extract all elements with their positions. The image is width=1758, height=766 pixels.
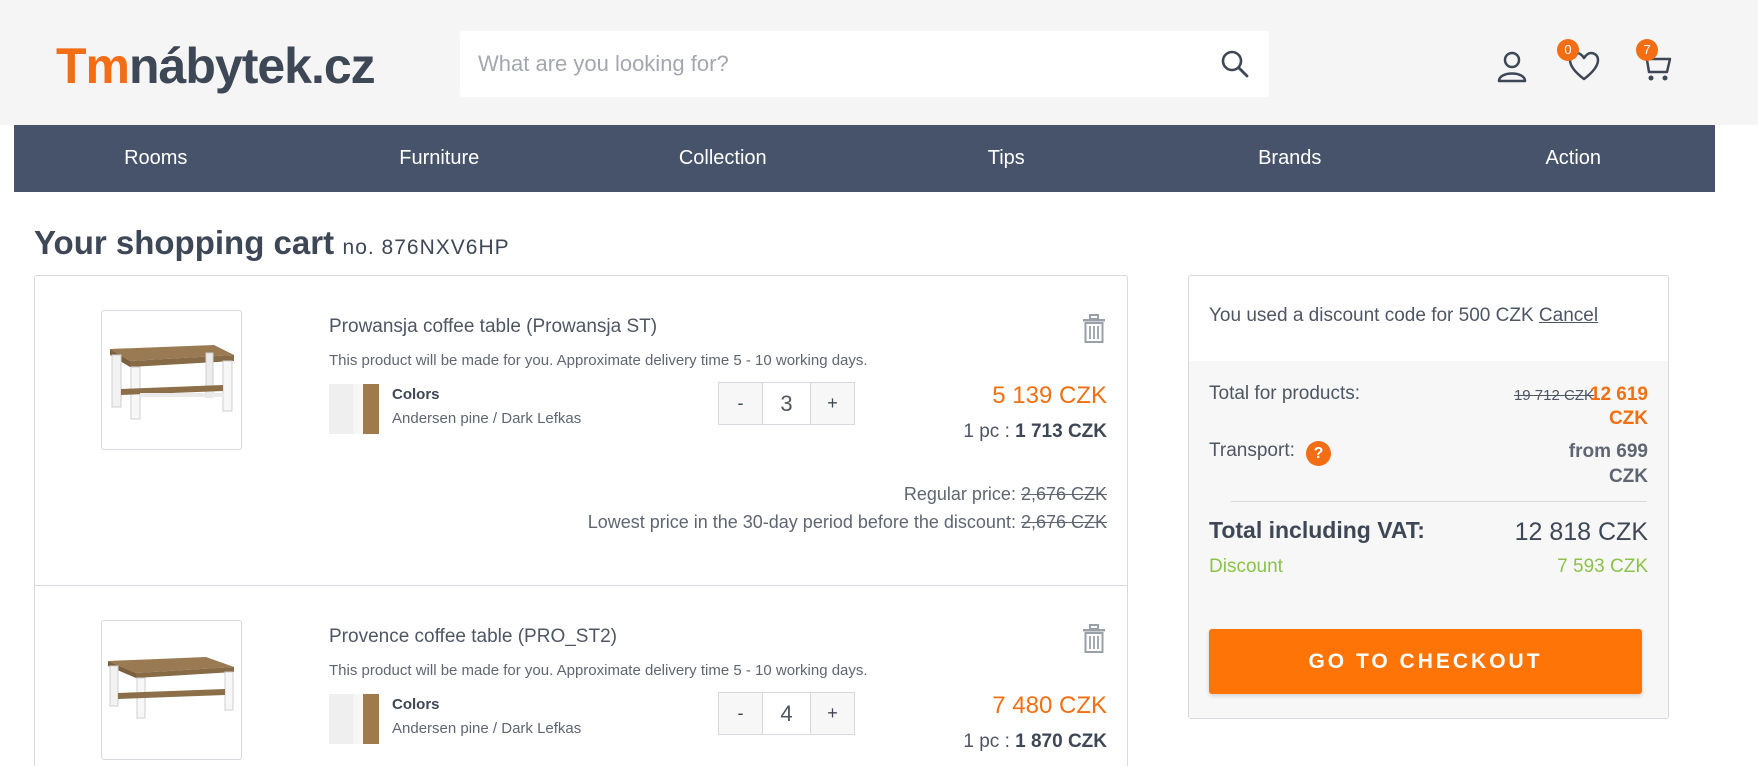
discount-code-info: You used a discount code for 500 CZK Can… bbox=[1209, 305, 1598, 327]
trash-icon[interactable] bbox=[1081, 314, 1107, 344]
transport-value: from 699 CZK bbox=[1568, 441, 1648, 487]
cart-item: Prowansja coffee table (Prowansja ST) Th… bbox=[35, 276, 1127, 586]
unit-price-value: 1 870 CZK bbox=[1015, 731, 1107, 752]
item-total-price: 7 480 CZK bbox=[992, 692, 1107, 719]
product-thumbnail[interactable] bbox=[101, 310, 242, 450]
nav-brands[interactable]: Brands bbox=[1148, 125, 1432, 192]
cart-count-badge: 7 bbox=[1636, 39, 1658, 61]
unit-prefix: 1 pc : bbox=[963, 421, 1016, 442]
quantity-increase-button[interactable]: + bbox=[810, 382, 855, 425]
quantity-stepper: - + bbox=[718, 382, 855, 425]
summary-divider bbox=[1231, 501, 1647, 502]
trash-icon[interactable] bbox=[1081, 624, 1107, 654]
site-logo[interactable]: Tmnábytek.cz bbox=[56, 36, 376, 96]
logo-tm: Tm bbox=[56, 38, 130, 94]
unit-price: 1 pc : 1 713 CZK bbox=[963, 421, 1107, 443]
nav-tips[interactable]: Tips bbox=[865, 125, 1149, 192]
lowest-price: Lowest price in the 30-day period before… bbox=[588, 512, 1107, 533]
product-thumbnail[interactable] bbox=[101, 620, 242, 760]
summary-totals: Total for products: 19 712 CZK 12 619 CZ… bbox=[1189, 361, 1668, 718]
color-value: Andersen pine / Dark Lefkas bbox=[392, 410, 582, 427]
regular-price-label: Regular price: bbox=[903, 484, 1021, 504]
page-title: Your shopping cart no. 876NXV6HP bbox=[34, 223, 510, 270]
lowest-price-label: Lowest price in the 30-day period before… bbox=[587, 512, 1021, 532]
total-products-new: 12 619 CZK bbox=[1589, 384, 1648, 429]
product-name[interactable]: Provence coffee table (PRO_ST2) bbox=[329, 626, 617, 648]
coffee-table-image bbox=[108, 657, 234, 719]
color-swatch bbox=[329, 694, 379, 744]
regular-price-value: 2,676 CZK bbox=[1020, 484, 1107, 504]
nav-rooms[interactable]: Rooms bbox=[14, 125, 298, 192]
discount-label: Discount bbox=[1209, 556, 1283, 577]
regular-price: Regular price: 2,676 CZK bbox=[904, 484, 1107, 505]
product-name[interactable]: Prowansja coffee table (Prowansja ST) bbox=[329, 316, 657, 338]
color-label: Colors bbox=[392, 696, 440, 713]
cart-items-list: Prowansja coffee table (Prowansja ST) Th… bbox=[34, 275, 1128, 766]
unit-prefix: 1 pc : bbox=[963, 731, 1016, 752]
unit-price-value: 1 713 CZK bbox=[1015, 421, 1107, 442]
quantity-increase-button[interactable]: + bbox=[810, 692, 855, 735]
cart-title-text: Your shopping cart bbox=[34, 224, 335, 261]
color-swatch bbox=[329, 384, 379, 434]
coffee-table-image bbox=[110, 345, 234, 420]
unit-price: 1 pc : 1 870 CZK bbox=[963, 731, 1107, 753]
delivery-note: This product will be made for you. Appro… bbox=[329, 352, 868, 369]
quantity-input[interactable] bbox=[763, 382, 810, 425]
site-header: Tmnábytek.cz 0 7 bbox=[0, 0, 1758, 125]
transport-help-icon[interactable]: ? bbox=[1306, 441, 1331, 466]
item-total-price: 5 139 CZK bbox=[992, 382, 1107, 409]
delivery-note: This product will be made for you. Appro… bbox=[329, 662, 868, 679]
transport-label: Transport: bbox=[1209, 440, 1295, 461]
quantity-decrease-button[interactable]: - bbox=[718, 382, 763, 425]
nav-action[interactable]: Action bbox=[1432, 125, 1716, 192]
user-account-icon[interactable] bbox=[1494, 48, 1530, 84]
cart-number: no. 876NXV6HP bbox=[342, 236, 510, 259]
checkout-button[interactable]: GO TO CHECKOUT bbox=[1209, 629, 1642, 694]
quantity-stepper: - + bbox=[718, 692, 855, 735]
total-products-label: Total for products: bbox=[1209, 383, 1361, 404]
color-value: Andersen pine / Dark Lefkas bbox=[392, 720, 582, 737]
discount-value: 7 593 CZK bbox=[1557, 556, 1648, 577]
search-box bbox=[460, 31, 1269, 97]
quantity-input[interactable] bbox=[763, 692, 810, 735]
cart-item: Provence coffee table (PRO_ST2) This pro… bbox=[35, 586, 1127, 766]
cart-button[interactable]: 7 bbox=[1636, 39, 1674, 84]
wishlist-count-badge: 0 bbox=[1557, 39, 1579, 61]
quantity-decrease-button[interactable]: - bbox=[718, 692, 763, 735]
total-vat-label: Total including VAT: bbox=[1209, 517, 1425, 543]
lowest-price-value: 2,676 CZK bbox=[1020, 512, 1107, 532]
nav-furniture[interactable]: Furniture bbox=[298, 125, 582, 192]
discount-code-text: You used a discount code for 500 CZK bbox=[1209, 305, 1534, 326]
color-label: Colors bbox=[392, 386, 440, 403]
total-vat-value: 12 818 CZK bbox=[1514, 518, 1648, 546]
cancel-discount-link[interactable]: Cancel bbox=[1539, 305, 1598, 326]
order-summary: You used a discount code for 500 CZK Can… bbox=[1188, 275, 1669, 719]
nav-collection[interactable]: Collection bbox=[581, 125, 865, 192]
logo-rest: nábytek.cz bbox=[129, 38, 376, 94]
wishlist-button[interactable]: 0 bbox=[1557, 39, 1602, 84]
search-icon[interactable] bbox=[1219, 48, 1251, 80]
main-navigation: Rooms Furniture Collection Tips Brands A… bbox=[14, 125, 1715, 192]
search-input[interactable] bbox=[478, 31, 1178, 97]
